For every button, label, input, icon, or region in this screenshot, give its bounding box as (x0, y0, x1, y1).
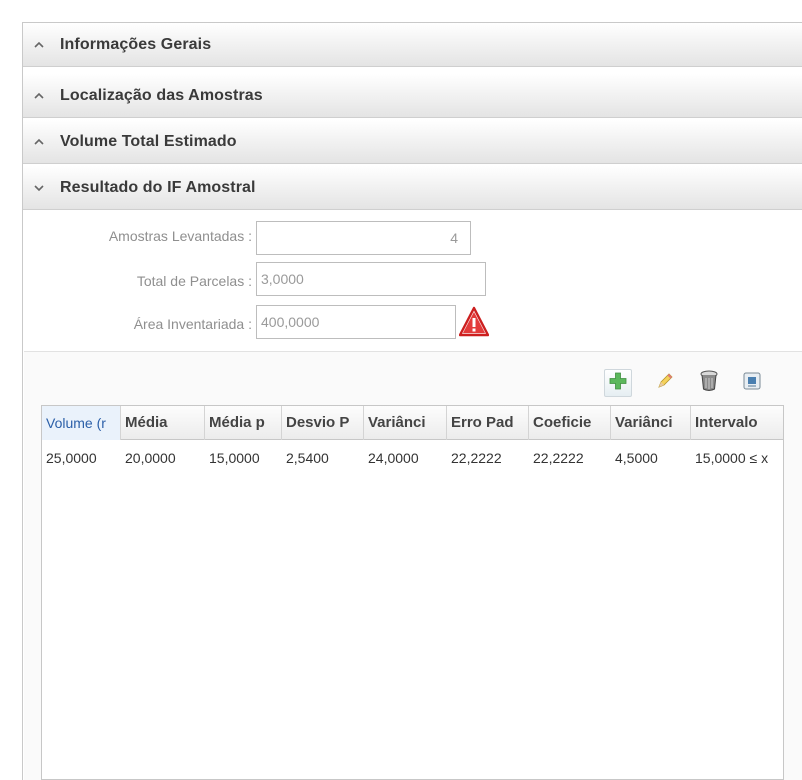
area-inventariada-field[interactable] (256, 305, 456, 339)
total-parcelas-field[interactable] (256, 262, 486, 296)
cell-desvio-padrao: 2,5400 (286, 450, 329, 466)
add-icon (609, 372, 627, 395)
cell-intervalo: 15,0000 ≤ x (695, 450, 769, 466)
column-header-variancia-2[interactable]: Variânci (611, 406, 691, 440)
cell-volume: 25,0000 (46, 450, 97, 466)
chevron-down-icon (32, 181, 46, 195)
delete-button[interactable] (695, 369, 723, 397)
accordion-title: Informações Gerais (60, 35, 212, 53)
accordion-volume-total-estimado[interactable]: Volume Total Estimado (23, 120, 802, 164)
cell-erro-padrao: 22,2222 (451, 450, 502, 466)
column-header-erro-padrao[interactable]: Erro Pad (447, 406, 529, 440)
chevron-up-icon (32, 135, 46, 149)
cell-coeficiente: 22,2222 (533, 450, 584, 466)
export-button[interactable] (738, 369, 766, 397)
accordion-title: Resultado do IF Amostral (60, 178, 256, 196)
amostras-levantadas-label: Amostras Levantadas : (108, 228, 252, 244)
accordion-resultado-if-amostral[interactable]: Resultado do IF Amostral (23, 166, 802, 210)
accordion-title: Localização das Amostras (60, 86, 263, 104)
cell-media: 20,0000 (125, 450, 176, 466)
column-header-coeficiente[interactable]: Coeficie (529, 406, 611, 440)
add-button[interactable] (604, 369, 632, 397)
cell-variancia-2: 4,5000 (615, 450, 658, 466)
chevron-up-icon (32, 89, 46, 103)
column-header-variancia[interactable]: Variânci (364, 406, 447, 440)
cell-media-p: 15,0000 (209, 450, 260, 466)
edit-icon (655, 371, 675, 396)
accordion-localizacao-amostras[interactable]: Localização das Amostras (23, 74, 802, 118)
grid-header: Volume (r Média Média p Desvio P Variânc… (42, 406, 783, 440)
accordion-title: Volume Total Estimado (60, 132, 237, 150)
total-parcelas-label: Total de Parcelas : (136, 273, 252, 289)
delete-icon (699, 370, 719, 397)
warning-icon[interactable] (458, 306, 490, 338)
cell-variancia: 24,0000 (368, 450, 419, 466)
amostras-levantadas-field[interactable] (256, 221, 471, 255)
accordion-informacoes-gerais[interactable]: Informações Gerais (23, 23, 802, 67)
export-icon (742, 371, 762, 396)
column-header-media[interactable]: Média (121, 406, 205, 440)
chevron-up-icon (32, 38, 46, 52)
column-header-desvio-padrao[interactable]: Desvio P (282, 406, 364, 440)
results-grid: Volume (r Média Média p Desvio P Variânc… (41, 405, 784, 780)
column-header-media-p[interactable]: Média p (205, 406, 282, 440)
column-header-intervalo[interactable]: Intervalo (691, 406, 783, 440)
edit-button[interactable] (651, 369, 679, 397)
area-inventariada-label: Área Inventariada : (133, 316, 252, 332)
column-header-volume[interactable]: Volume (r (42, 406, 121, 440)
